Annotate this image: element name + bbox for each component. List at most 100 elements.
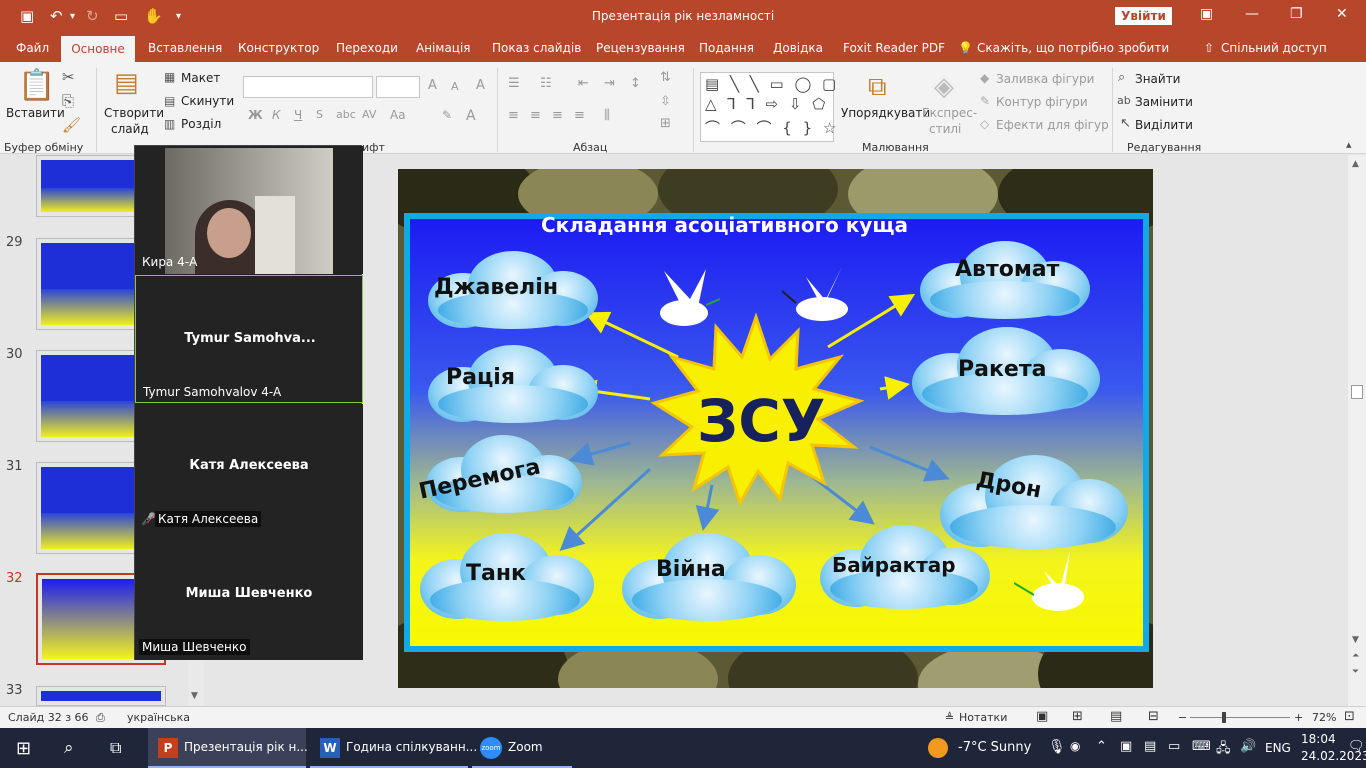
participant-tile[interactable]: Миша Шевченко Миша Шевченко [135,532,363,660]
strikethrough-icon[interactable]: abc [336,108,356,121]
reading-view-icon[interactable]: ▤ [1110,709,1122,724]
tab-foxit[interactable]: Foxit Reader PDF [843,41,945,55]
spelling-icon[interactable]: ⎙ [96,711,105,725]
shape-effects-button[interactable]: Ефекти для фігур [996,118,1109,132]
arrange-button[interactable]: Упорядкувати [841,106,930,120]
tray-app-icon[interactable]: ▣ [1120,739,1132,754]
slideshow-icon[interactable]: ⊟ [1148,709,1159,724]
minimize-icon[interactable]: — [1245,6,1259,22]
scroll-down-icon[interactable]: ▼ [1352,635,1359,645]
sign-in-button[interactable]: Увійти [1115,7,1172,25]
microphone-icon[interactable]: 🎙 [1048,739,1066,755]
taskbar-app-zoom[interactable]: zoom Zoom [472,728,572,768]
restore-icon[interactable]: ❐ [1290,6,1303,22]
language-indicator[interactable]: українська [127,711,190,724]
shapes-row-1-icon[interactable]: ▤ ╲ ╲ ▭ ◯ ▢ [705,75,839,93]
spacing-icon[interactable]: AV [362,108,376,121]
shadow-icon[interactable]: S [316,108,323,121]
decrease-indent-icon[interactable]: ⇤ [578,76,589,91]
participant-tile-active[interactable]: Tymur Samohva... Tymur Samohvalov 4-A [135,275,363,403]
normal-view-icon[interactable]: ▣ [1036,709,1048,724]
close-icon[interactable]: ✕ [1336,6,1348,22]
taskbar-app-word[interactable]: W Година спілкуванн... [310,728,477,768]
justify-icon[interactable]: ≡ [574,108,585,123]
cut-icon[interactable]: ✂ [62,68,75,86]
highlight-icon[interactable]: ✎ [442,108,452,122]
tray-app-icon-2[interactable]: ▤ [1144,739,1156,754]
increase-font-icon[interactable]: A [428,78,437,93]
font-size-input[interactable] [376,76,420,98]
zoom-level[interactable]: 72% [1312,711,1336,724]
touch-keyboard-icon[interactable]: ⌨ [1192,739,1211,754]
layout-button[interactable]: Макет [181,71,220,85]
clipboard-icon[interactable]: 📋 [18,68,55,103]
chevron-up-icon[interactable]: ⌃ [1096,739,1107,754]
notes-button[interactable]: Нотатки [959,711,1007,724]
clear-format-icon[interactable]: A [476,78,485,93]
zoom-tray-icon[interactable]: ◉ [1070,739,1080,753]
participant-tile[interactable]: Кира 4-А [135,146,363,274]
notification-icon[interactable]: 🗨 [1348,739,1365,754]
arrange-icon[interactable]: ⧉ [868,72,887,103]
slide-thumbnail-33[interactable] [36,686,166,706]
copy-icon[interactable]: ⎘ [62,92,74,110]
paste-button[interactable]: Вставити [6,106,65,120]
slide-scrollbar[interactable]: ▲ ▼ ⏶ ⏷ [1348,155,1366,706]
new-slide-icon[interactable]: ▤ [114,68,139,98]
taskbar-app-powerpoint[interactable]: P Презентація рік н... [148,728,308,768]
zoom-out-icon[interactable]: − [1178,711,1187,724]
change-case-icon[interactable]: Aa [390,108,406,122]
participant-tile[interactable]: Катя Алексеева 🎤̸ Катя Алексеева [135,404,363,532]
collapse-ribbon-icon[interactable]: ▴ [1346,138,1352,151]
tab-home[interactable]: Основне [61,36,135,62]
smartart-icon[interactable]: ⊞ [660,116,671,131]
align-center-icon[interactable]: ≡ [530,108,541,123]
section-button[interactable]: Розділ [181,117,221,131]
numbering-icon[interactable]: ☷ [540,76,552,91]
replace-button[interactable]: Замінити [1135,95,1193,109]
tab-slideshow[interactable]: Показ слайдів [492,41,581,55]
tab-design[interactable]: Конструктор [238,41,319,55]
align-left-icon[interactable]: ≡ [508,108,519,123]
previous-slide-icon[interactable]: ⏶ [1352,651,1359,661]
ribbon-display-icon[interactable]: ▣ [1200,6,1213,22]
zoom-in-icon[interactable]: + [1294,711,1303,724]
tab-help[interactable]: Довідка [773,41,823,55]
shapes-gallery[interactable]: ▤ ╲ ╲ ▭ ◯ ▢ △ ⅂ ⅂ ⇨ ⇩ ⬠ ⌒ ⌒ ⌒ { } ☆ [700,72,836,142]
task-view-icon[interactable]: ⧉ [110,738,121,758]
zoom-slider-thumb[interactable] [1222,712,1226,723]
text-direction-icon[interactable]: ⇅ [660,70,671,85]
quick-styles-button[interactable]: Експрес- [922,106,977,120]
shapes-row-2-icon[interactable]: △ ⅂ ⅂ ⇨ ⇩ ⬠ [705,95,828,113]
slide-sorter-icon[interactable]: ⊞ [1072,709,1083,724]
scroll-down-icon[interactable]: ▼ [191,691,198,701]
bold-icon[interactable]: Ж [248,108,263,122]
input-language[interactable]: ENG [1265,741,1291,755]
tell-me-input[interactable]: Скажіть, що потрібно зробити [977,41,1169,55]
format-painter-icon[interactable]: 🖌 [62,116,81,134]
network-icon[interactable]: 🖧 [1216,739,1231,761]
weather-sun-icon[interactable] [928,738,948,758]
align-right-icon[interactable]: ≡ [552,108,563,123]
tab-review[interactable]: Рецензування [596,41,685,55]
scroll-thumb[interactable] [1351,385,1363,399]
quick-styles-icon[interactable]: ◈ [934,72,954,102]
shape-outline-button[interactable]: Контур фігури [996,95,1088,109]
align-text-icon[interactable]: ⇳ [660,94,671,109]
columns-icon[interactable]: ⫼ [604,108,610,123]
bullets-icon[interactable]: ☰ [508,76,520,91]
windows-start-icon[interactable]: ⊞ [16,738,31,759]
tab-file[interactable]: Файл [16,41,49,55]
search-icon[interactable]: ⌕ [64,738,74,758]
font-name-input[interactable] [243,76,373,98]
next-slide-icon[interactable]: ⏷ [1352,667,1359,677]
zoom-slider[interactable] [1190,717,1290,718]
zoom-participants-panel[interactable]: Кира 4-А Tymur Samohva... Tymur Samohval… [134,145,363,660]
shape-fill-button[interactable]: Заливка фігури [996,72,1094,86]
volume-icon[interactable]: 🔊 [1240,739,1256,754]
share-button[interactable]: Спільний доступ [1221,41,1327,55]
new-slide-button[interactable]: Створити [104,106,164,120]
tab-transitions[interactable]: Переходи [336,41,398,55]
fit-slide-icon[interactable]: ⊡ [1344,709,1355,724]
tab-animations[interactable]: Анімація [416,41,471,55]
